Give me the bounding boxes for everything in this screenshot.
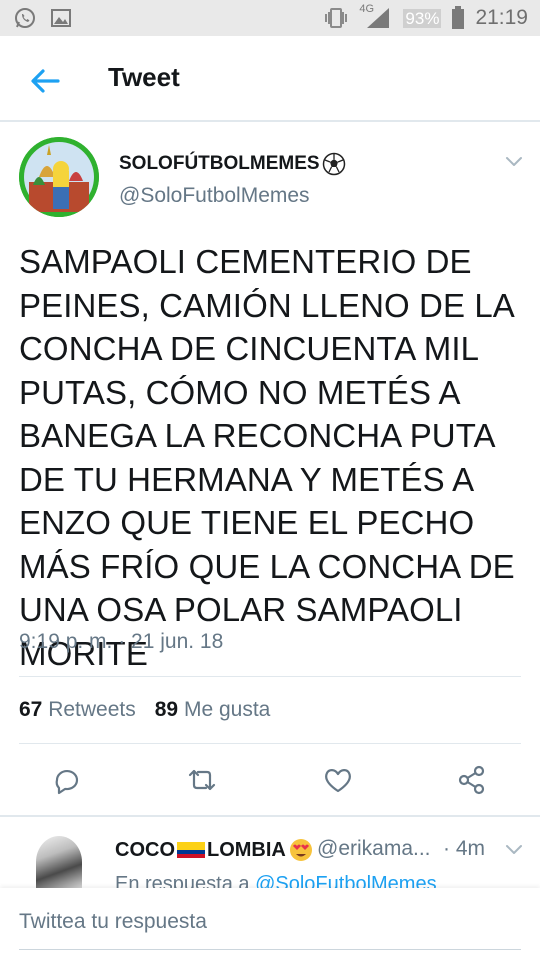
- likes-label: Me gusta: [183, 698, 271, 721]
- tweet-stats: 67 Retweets 89 Me gusta: [19, 698, 270, 722]
- reply-name-part1: COCO: [115, 838, 175, 861]
- retweet-icon[interactable]: [186, 764, 218, 796]
- reply-timestamp: · 4m: [443, 837, 485, 860]
- divider: [19, 676, 521, 677]
- avatar-image: [19, 137, 99, 217]
- signal-icon: 4G: [359, 3, 393, 30]
- tweet-actions: [0, 760, 540, 802]
- in-reply-handle-link[interactable]: @SoloFutbolMemes: [255, 873, 436, 888]
- reply-name-part2: LOMBIA: [207, 838, 286, 861]
- divider: [0, 815, 540, 817]
- clock: 21:19: [475, 6, 528, 29]
- author-name-text: SOLOFÚTBOLMEMES: [119, 153, 320, 174]
- reply-avatar[interactable]: [36, 836, 82, 888]
- retweets-label: Retweets: [48, 698, 136, 721]
- gallery-icon: [51, 9, 71, 27]
- reply-composer: [0, 888, 540, 960]
- share-icon[interactable]: [456, 764, 488, 796]
- in-reply-to: En respuesta a @SoloFutbolMemes: [115, 872, 437, 888]
- in-reply-prefix: En respuesta a: [115, 873, 250, 888]
- chevron-down-icon[interactable]: [503, 838, 525, 860]
- input-underline: [19, 949, 521, 950]
- retweets-count: 67: [19, 698, 43, 721]
- page-title: Tweet: [108, 62, 180, 92]
- reply-input[interactable]: [19, 910, 521, 934]
- notification-icons: [14, 7, 72, 29]
- network-type: 4G: [359, 3, 375, 15]
- reply-author-handle[interactable]: @erikama...: [317, 837, 431, 861]
- likes-stat[interactable]: 89 Me gusta: [155, 698, 271, 722]
- system-status: 4G 93% 21:19: [323, 3, 528, 30]
- chevron-down-icon[interactable]: [503, 150, 525, 172]
- like-heart-icon[interactable]: [322, 764, 354, 796]
- soccer-ball-icon: [322, 152, 345, 176]
- vibrate-icon: [325, 8, 348, 28]
- divider: [19, 743, 521, 744]
- reply-author-name[interactable]: COCO LOMBIA: [115, 837, 314, 863]
- tweet-text: SAMPAOLI CEMENTERIO DE PEINES, CAMIÓN LL…: [19, 243, 515, 672]
- author-name[interactable]: SOLOFÚTBOLMEMES: [119, 152, 346, 176]
- top-bar: Tweet: [0, 36, 540, 122]
- battery-percent: 93%: [403, 8, 442, 28]
- whatsapp-icon: [15, 8, 35, 28]
- author-avatar[interactable]: [19, 137, 99, 217]
- reply-icon[interactable]: [51, 764, 83, 796]
- battery-icon: [452, 6, 465, 29]
- tweet-timestamp: 9:19 p. m. · 21 jun. 18: [19, 630, 224, 653]
- author-handle[interactable]: @SoloFutbolMemes: [119, 184, 310, 208]
- battery-indicator: 93%: [403, 7, 442, 30]
- back-arrow-icon[interactable]: [28, 64, 62, 98]
- likes-count: 89: [154, 698, 179, 721]
- status-bar: 4G 93% 21:19: [0, 0, 540, 36]
- heart-eyes-emoji-icon: [289, 839, 312, 861]
- colombia-flag-icon: [177, 842, 205, 858]
- retweets-stat[interactable]: 67 Retweets: [19, 698, 136, 722]
